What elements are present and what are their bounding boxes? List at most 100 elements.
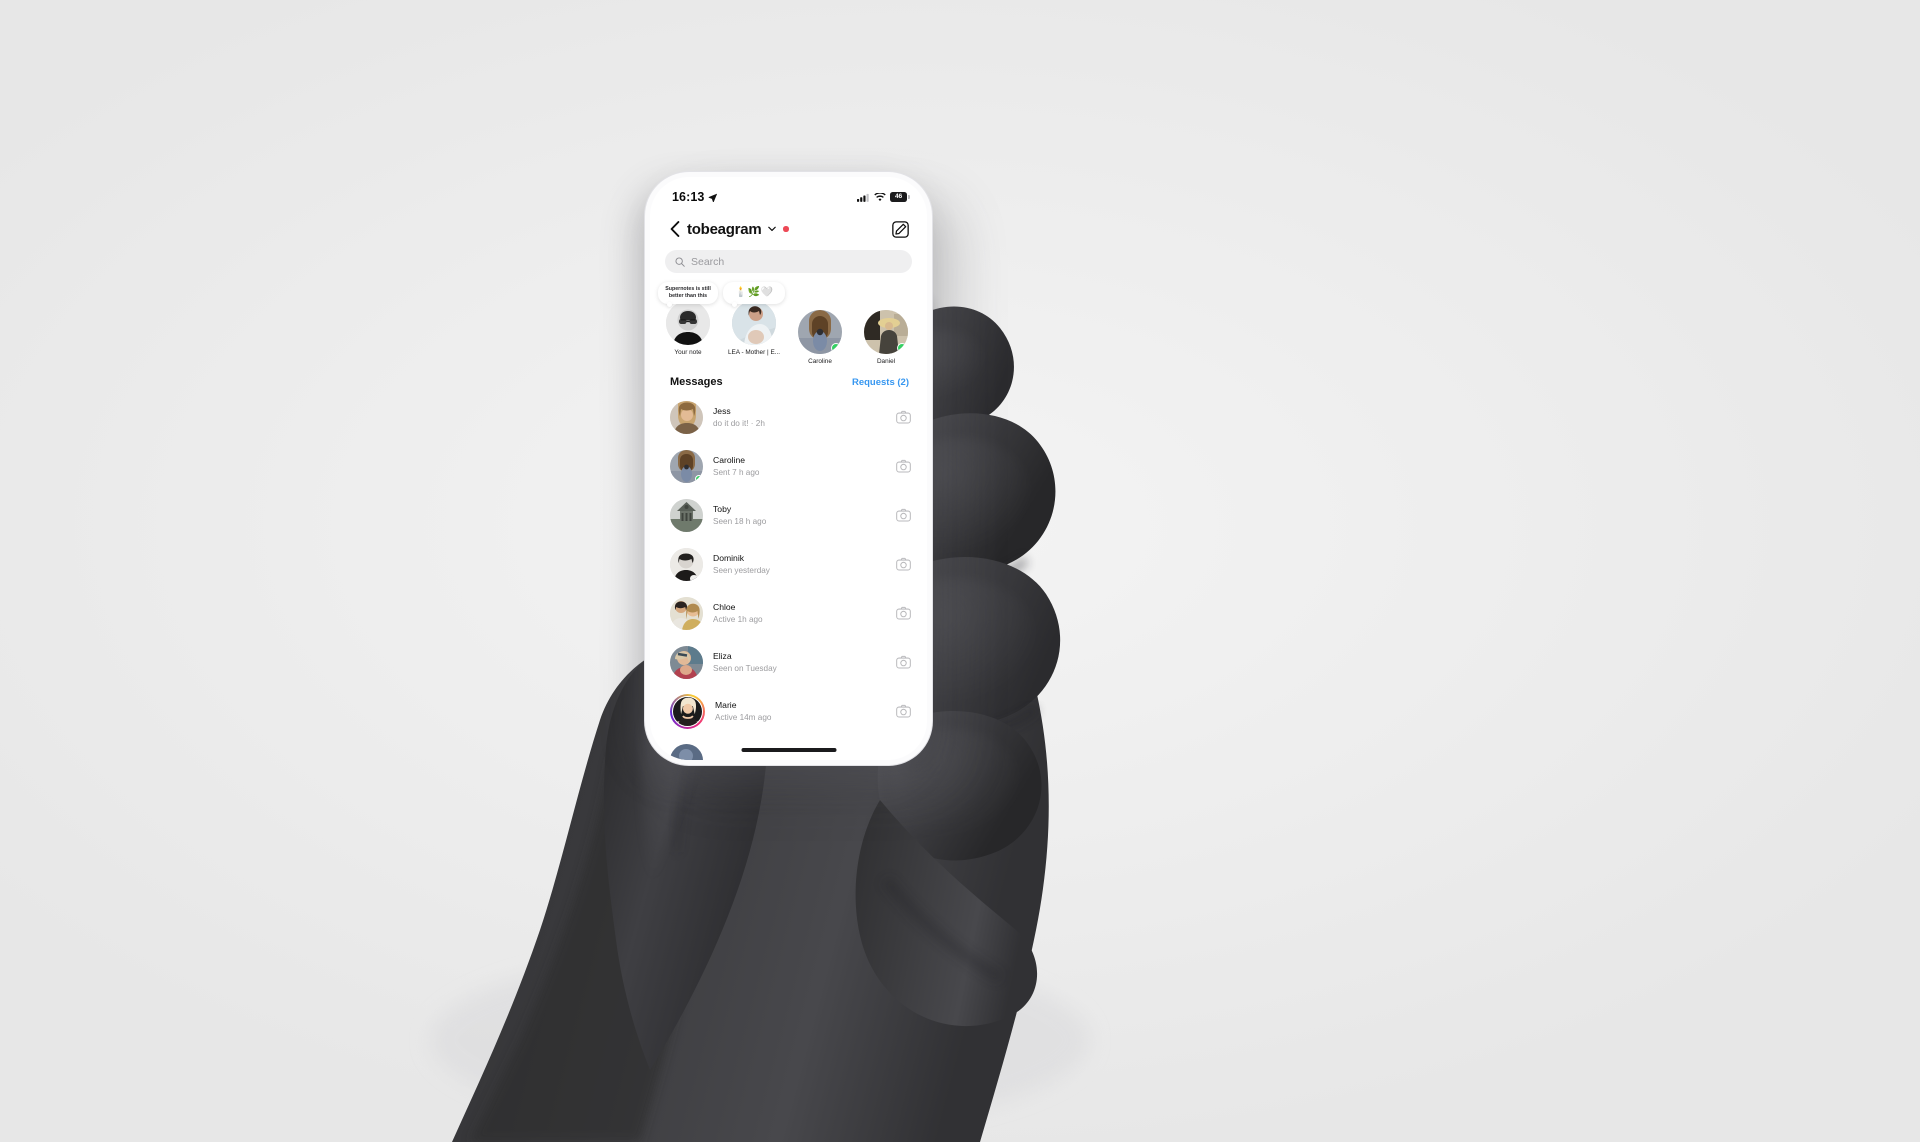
search-placeholder: Search [691, 255, 725, 268]
note-text: Supernotes is still better than this [665, 285, 711, 299]
camera-icon[interactable] [896, 508, 911, 523]
note-name: Your note [674, 349, 702, 356]
contact-name: Toby [713, 503, 732, 514]
note-item-caroline[interactable]: Caroline [792, 308, 848, 365]
requests-link[interactable]: Requests (2) [852, 377, 909, 388]
message-preview: Seen 18 h ago [713, 516, 767, 526]
message-row-toby[interactable]: Toby Seen 18 h ago [670, 491, 927, 540]
avatar[interactable] [670, 401, 703, 434]
note-name: Caroline [808, 358, 832, 365]
avatar-image [670, 744, 703, 760]
chevron-down-icon[interactable] [768, 226, 777, 232]
camera-icon[interactable] [896, 655, 911, 670]
message-row-chloe[interactable]: Chloe Active 1h ago [670, 589, 927, 638]
note-item-daniel[interactable]: Daniel [858, 308, 914, 365]
note-name: LEA - Mother | E... [727, 349, 781, 356]
note-item-your-note[interactable]: Supernotes is still better than this You… [658, 282, 718, 365]
avatar[interactable] [671, 695, 704, 728]
camera-icon[interactable] [896, 704, 911, 719]
avatar-image [672, 696, 703, 727]
nav-header: tobeagram [650, 211, 927, 247]
contact-name: Dominik [713, 552, 745, 563]
status-bar: 16:13 46 [650, 177, 927, 211]
avatar[interactable] [670, 597, 703, 630]
unread-dot-badge [783, 226, 789, 232]
nav-header-left: tobeagram [670, 221, 789, 238]
status-bar-left: 16:13 [672, 190, 718, 204]
avatar-image [670, 548, 703, 581]
online-status-dot [831, 343, 841, 353]
search-input[interactable]: Search [665, 250, 912, 273]
cellular-signal-icon [857, 193, 869, 202]
contact-name: Eliza [713, 650, 732, 661]
contact-name: Marie [715, 699, 737, 710]
contact-name: Jess [713, 405, 731, 416]
avatar[interactable] [798, 310, 842, 354]
online-status-dot [695, 475, 703, 483]
message-preview: Seen on Tuesday [713, 663, 777, 673]
hand-illustration [430, 300, 1090, 1142]
camera-icon[interactable] [896, 557, 911, 572]
message-row-jess[interactable]: Jess do it do it! · 2h [670, 393, 927, 442]
avatar-image [732, 301, 776, 345]
message-row-dominik[interactable]: Dominik Seen yesterday [670, 540, 927, 589]
wifi-icon [874, 192, 886, 201]
messages-section-header: Messages Requests (2) [650, 369, 927, 393]
message-meta: Caroline Sent 7 h ago [713, 454, 886, 479]
avatar[interactable] [670, 499, 703, 532]
avatar[interactable] [670, 744, 703, 760]
note-emoji: 🕯️🌿🤍 [734, 287, 774, 298]
message-meta: Eliza Seen on Tuesday [713, 650, 886, 675]
camera-icon[interactable] [896, 606, 911, 621]
notes-row[interactable]: Supernotes is still better than this You… [650, 273, 927, 369]
scene: 16:13 46 tobeagram Search Supernotes is … [0, 0, 1920, 1142]
message-meta: Marie Active 14m ago [715, 699, 886, 724]
phone-device: 16:13 46 tobeagram Search Supernotes is … [645, 172, 932, 765]
note-item-lea[interactable]: 🕯️🌿🤍 LEA - Mother | E... [723, 282, 785, 365]
avatar[interactable] [732, 301, 776, 345]
camera-icon[interactable] [896, 410, 911, 425]
avatar[interactable] [666, 301, 710, 345]
message-meta: Chloe Active 1h ago [713, 601, 886, 626]
camera-icon[interactable] [896, 459, 911, 474]
battery-level: 46 [895, 192, 902, 200]
message-preview: Seen yesterday [713, 565, 770, 575]
avatar-image [670, 401, 703, 434]
message-meta: Dominik Seen yesterday [713, 552, 886, 577]
story-ring[interactable] [670, 694, 705, 729]
note-bubble[interactable]: Supernotes is still better than this [658, 282, 718, 307]
online-status-dot [897, 343, 907, 353]
avatar-image [666, 301, 710, 345]
message-row-eliza[interactable]: Eliza Seen on Tuesday [670, 638, 927, 687]
battery-cap [908, 195, 910, 199]
location-arrow-icon [709, 193, 718, 202]
message-list[interactable]: Jess do it do it! · 2h Caroline Sent 7 h… [650, 393, 927, 760]
avatar[interactable] [670, 450, 703, 483]
search-icon [675, 256, 685, 267]
chevron-left-icon[interactable] [670, 221, 680, 237]
phone-screen: 16:13 46 tobeagram Search Supernotes is … [650, 177, 927, 760]
contact-name: Caroline [713, 454, 746, 465]
compose-pencil-icon[interactable] [892, 220, 909, 238]
avatar-image [670, 646, 703, 679]
avatar[interactable] [864, 310, 908, 354]
note-bubble[interactable]: 🕯️🌿🤍 [723, 282, 785, 307]
message-row-marie[interactable]: Marie Active 14m ago [670, 687, 927, 736]
status-time: 16:13 [672, 190, 705, 204]
page-title[interactable]: tobeagram [687, 221, 762, 238]
search-container: Search [650, 247, 927, 273]
avatar[interactable] [670, 548, 703, 581]
message-meta: Jess do it do it! · 2h [713, 405, 886, 430]
message-preview: do it do it! · 2h [713, 418, 765, 428]
home-indicator-bar[interactable] [741, 748, 836, 752]
status-bar-right: 46 [857, 192, 910, 202]
message-preview: Active 1h ago [713, 614, 763, 624]
avatar-image [670, 499, 703, 532]
message-preview: Sent 7 h ago [713, 467, 760, 477]
message-row-caroline[interactable]: Caroline Sent 7 h ago [670, 442, 927, 491]
message-meta: Toby Seen 18 h ago [713, 503, 886, 528]
messages-title: Messages [670, 376, 723, 388]
avatar-image [670, 597, 703, 630]
avatar[interactable] [670, 646, 703, 679]
note-name: Daniel [876, 358, 896, 365]
